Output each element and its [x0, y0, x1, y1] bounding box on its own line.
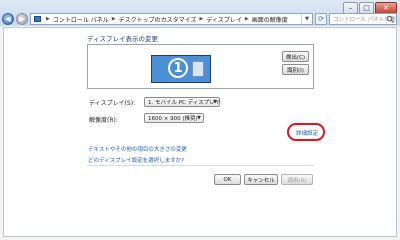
chevron-down-icon: ▼: [213, 99, 217, 105]
breadcrumb-display[interactable]: ディスプレイ: [206, 15, 242, 24]
cancel-button[interactable]: キャンセル: [244, 174, 278, 185]
chevron-down-icon[interactable]: ▼: [301, 14, 312, 24]
window-thumbnail-icon: [192, 61, 204, 77]
ok-button[interactable]: OK: [214, 174, 241, 185]
chevron-right-icon: ▶: [244, 16, 249, 22]
breadcrumb-resolution[interactable]: 画面の解像度: [252, 15, 288, 24]
chevron-right-icon: ▶: [111, 16, 116, 22]
refresh-icon[interactable]: ⟳: [315, 13, 327, 25]
detect-button[interactable]: 検出(C): [282, 51, 309, 62]
highlight-circle: [287, 123, 325, 141]
display-select-value: 1. モバイル PC ディスプレイ: [148, 100, 221, 106]
monitor-number: 1: [168, 58, 188, 78]
monitor-1-icon[interactable]: 1: [151, 55, 211, 83]
apply-button[interactable]: 適用(A): [281, 174, 313, 185]
divider: [87, 165, 314, 166]
display-label: ディスプレイ(S):: [89, 100, 136, 107]
resolution-label: 解像度(R):: [89, 117, 118, 124]
breadcrumb-desktop-customize[interactable]: デスクトップのカスタマイズ: [119, 15, 197, 24]
chevron-right-icon: ▶: [199, 16, 204, 22]
control-panel-icon: [34, 16, 41, 22]
text-size-link[interactable]: テキストやその他の項目の大きさの変更: [88, 145, 187, 153]
address-bar[interactable]: ▶ コントロール パネル ▶ デスクトップのカスタマイズ ▶ ディスプレイ ▶ …: [30, 13, 313, 25]
chevron-right-icon: ▶: [46, 16, 50, 22]
resolution-select[interactable]: 1600 × 900 (推奨) ▼: [144, 113, 204, 123]
resolution-select-value: 1600 × 900 (推奨): [148, 116, 198, 122]
chevron-down-icon: ▼: [197, 115, 201, 121]
identify-button[interactable]: 識別(I): [282, 64, 309, 75]
forward-button[interactable]: ▶: [16, 13, 28, 25]
which-settings-link[interactable]: どのディスプレイ設定を選択しますか?: [88, 156, 184, 164]
breadcrumb-control-panel[interactable]: コントロール パネル: [53, 15, 109, 24]
search-icon[interactable]: [386, 15, 395, 24]
page-title: ディスプレイ表示の変更: [87, 35, 159, 43]
display-select[interactable]: 1. モバイル PC ディスプレイ ▼: [144, 97, 220, 107]
back-button[interactable]: ◀: [2, 13, 14, 25]
search-input[interactable]: コントロール パネルの検索: [329, 13, 397, 25]
